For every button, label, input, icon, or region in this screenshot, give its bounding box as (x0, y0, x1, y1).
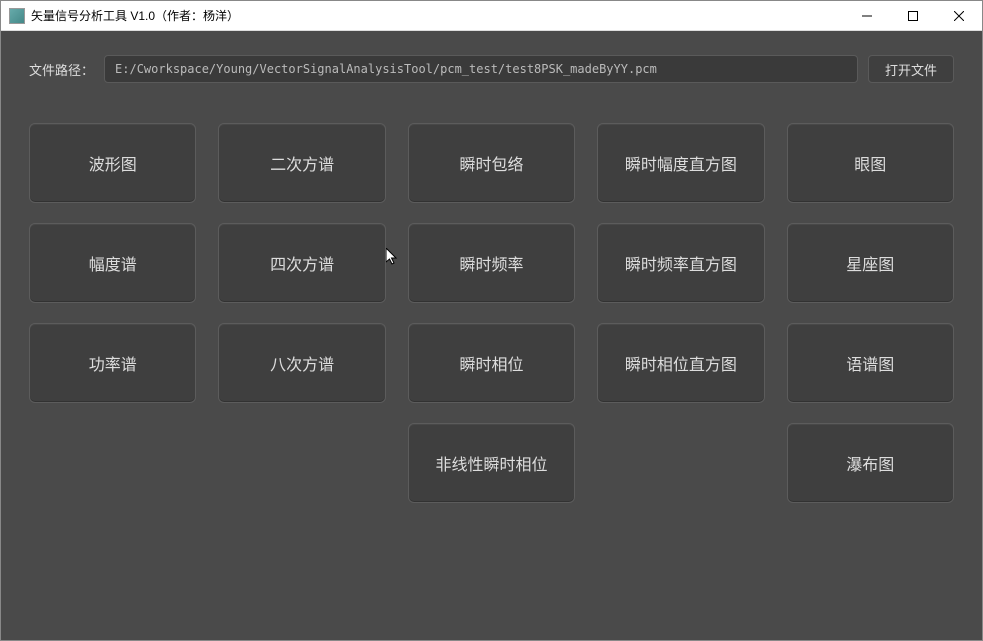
tile-fourth-power-spectrum[interactable]: 四次方谱 (218, 223, 385, 303)
tile-instant-frequency[interactable]: 瞬时频率 (408, 223, 575, 303)
tile-instant-phase-histogram[interactable]: 瞬时相位直方图 (597, 323, 764, 403)
maximize-icon (908, 11, 918, 21)
file-path-input[interactable] (104, 55, 858, 83)
window-title: 矢量信号分析工具 V1.0（作者：杨洋） (31, 7, 239, 24)
tile-nonlinear-instant-phase[interactable]: 非线性瞬时相位 (408, 423, 575, 503)
titlebar: 矢量信号分析工具 V1.0（作者：杨洋） (1, 1, 982, 31)
tile-waterfall[interactable]: 瀑布图 (787, 423, 954, 503)
tile-power-spectrum[interactable]: 功率谱 (29, 323, 196, 403)
open-file-label: 打开文件 (885, 60, 937, 79)
tile-instant-frequency-histogram[interactable]: 瞬时频率直方图 (597, 223, 764, 303)
tile-instant-phase[interactable]: 瞬时相位 (408, 323, 575, 403)
tile-waveform[interactable]: 波形图 (29, 123, 196, 203)
tile-second-power-spectrum[interactable]: 二次方谱 (218, 123, 385, 203)
app-icon (9, 8, 25, 24)
minimize-icon (862, 11, 872, 21)
tile-spectrogram[interactable]: 语谱图 (787, 323, 954, 403)
tile-constellation[interactable]: 星座图 (787, 223, 954, 303)
file-path-row: 文件路径： 打开文件 (29, 55, 954, 83)
close-icon (954, 11, 964, 21)
analysis-grid: 波形图 二次方谱 瞬时包络 瞬时幅度直方图 眼图 幅度谱 四次方谱 瞬时频率 瞬… (29, 123, 954, 503)
maximize-button[interactable] (890, 1, 936, 31)
tile-eighth-power-spectrum[interactable]: 八次方谱 (218, 323, 385, 403)
close-button[interactable] (936, 1, 982, 31)
tile-eye-diagram[interactable]: 眼图 (787, 123, 954, 203)
tile-instant-envelope[interactable]: 瞬时包络 (408, 123, 575, 203)
open-file-button[interactable]: 打开文件 (868, 55, 954, 83)
content-area: 文件路径： 打开文件 波形图 二次方谱 瞬时包络 瞬时幅度直方图 眼图 幅度谱 … (1, 31, 982, 640)
app-window: 矢量信号分析工具 V1.0（作者：杨洋） 文件路径： 打开文件 波形图 二次方谱… (0, 0, 983, 641)
file-path-label: 文件路径： (29, 60, 94, 79)
minimize-button[interactable] (844, 1, 890, 31)
tile-amplitude-spectrum[interactable]: 幅度谱 (29, 223, 196, 303)
tile-instant-amplitude-histogram[interactable]: 瞬时幅度直方图 (597, 123, 764, 203)
